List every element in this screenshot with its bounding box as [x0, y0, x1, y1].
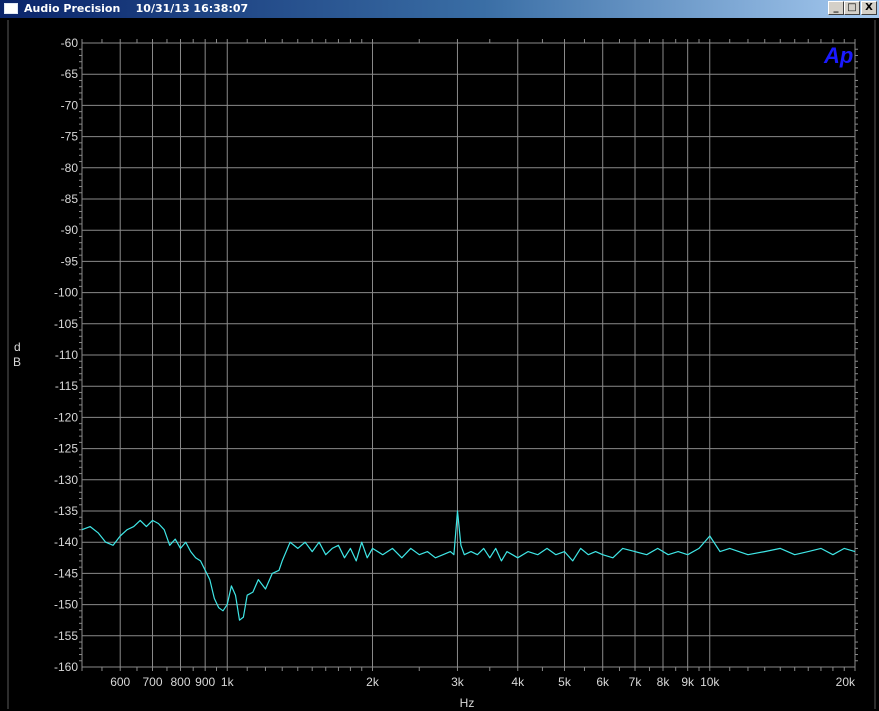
- y-tick-label: -135: [54, 504, 78, 518]
- x-tick-label: 20k: [836, 675, 856, 689]
- y-tick-label: -110: [55, 348, 78, 362]
- y-tick-label: -65: [61, 67, 79, 81]
- app-window: Audio Precision 10/31/13 16:38:07 _ □ X …: [0, 0, 879, 711]
- x-axis-label: Hz: [460, 696, 475, 710]
- close-button[interactable]: X: [861, 1, 877, 15]
- y-tick-label: -105: [54, 317, 78, 331]
- chart-background: [0, 18, 879, 711]
- y-tick-label: -85: [61, 192, 79, 206]
- maximize-button[interactable]: □: [844, 1, 860, 15]
- y-tick-label: -90: [61, 223, 79, 237]
- y-tick-label: -155: [54, 629, 78, 643]
- x-tick-label: 900: [195, 675, 215, 689]
- x-tick-label: 5k: [558, 675, 572, 689]
- ap-logo: Ap: [823, 43, 853, 68]
- x-tick-label: 800: [170, 675, 190, 689]
- y-tick-label: -100: [54, 286, 78, 300]
- y-axis-label-line2: B: [13, 355, 21, 369]
- x-tick-label: 10k: [700, 675, 720, 689]
- x-tick-label: 6k: [596, 675, 610, 689]
- y-tick-label: -70: [61, 98, 79, 112]
- y-tick-label: -95: [61, 254, 79, 268]
- y-tick-label: -120: [54, 410, 78, 424]
- grid: [82, 42, 856, 668]
- y-tick-label: -145: [54, 566, 78, 580]
- minimize-button[interactable]: _: [828, 1, 844, 15]
- y-tick-label: -60: [61, 36, 79, 50]
- x-tick-label: 7k: [629, 675, 643, 689]
- y-tick-label: -115: [55, 379, 78, 393]
- y-tick-label: -140: [54, 535, 78, 549]
- title-bar[interactable]: Audio Precision 10/31/13 16:38:07 _ □ X: [0, 0, 879, 18]
- y-tick-label: -160: [54, 660, 78, 674]
- y-tick-label: -80: [61, 161, 79, 175]
- x-tick-label: 8k: [657, 675, 671, 689]
- y-axis-label-line1: d: [14, 340, 21, 354]
- window-title: Audio Precision 10/31/13 16:38:07: [24, 2, 249, 15]
- y-tick-label: -130: [54, 473, 78, 487]
- x-tick-label: 4k: [511, 675, 525, 689]
- x-tick-label: 700: [142, 675, 162, 689]
- y-tick-label: -150: [54, 598, 78, 612]
- x-tick-label: 2k: [366, 675, 380, 689]
- x-tick-label: 9k: [681, 675, 695, 689]
- x-tick-label: 600: [110, 675, 130, 689]
- chart: -60 -65 -70 -75 -80 -85 -90 -95 -100 -105 -110 -115…: [0, 18, 879, 711]
- y-tick-label: -125: [54, 442, 78, 456]
- x-tick-label: 3k: [451, 675, 465, 689]
- window-icon: [4, 3, 18, 14]
- plot-area: -60 -65 -70 -75 -80 -85 -90 -95 -100 -105 -110 -115…: [0, 18, 879, 711]
- y-tick-label: -75: [61, 130, 79, 144]
- x-tick-label: 1k: [221, 675, 235, 689]
